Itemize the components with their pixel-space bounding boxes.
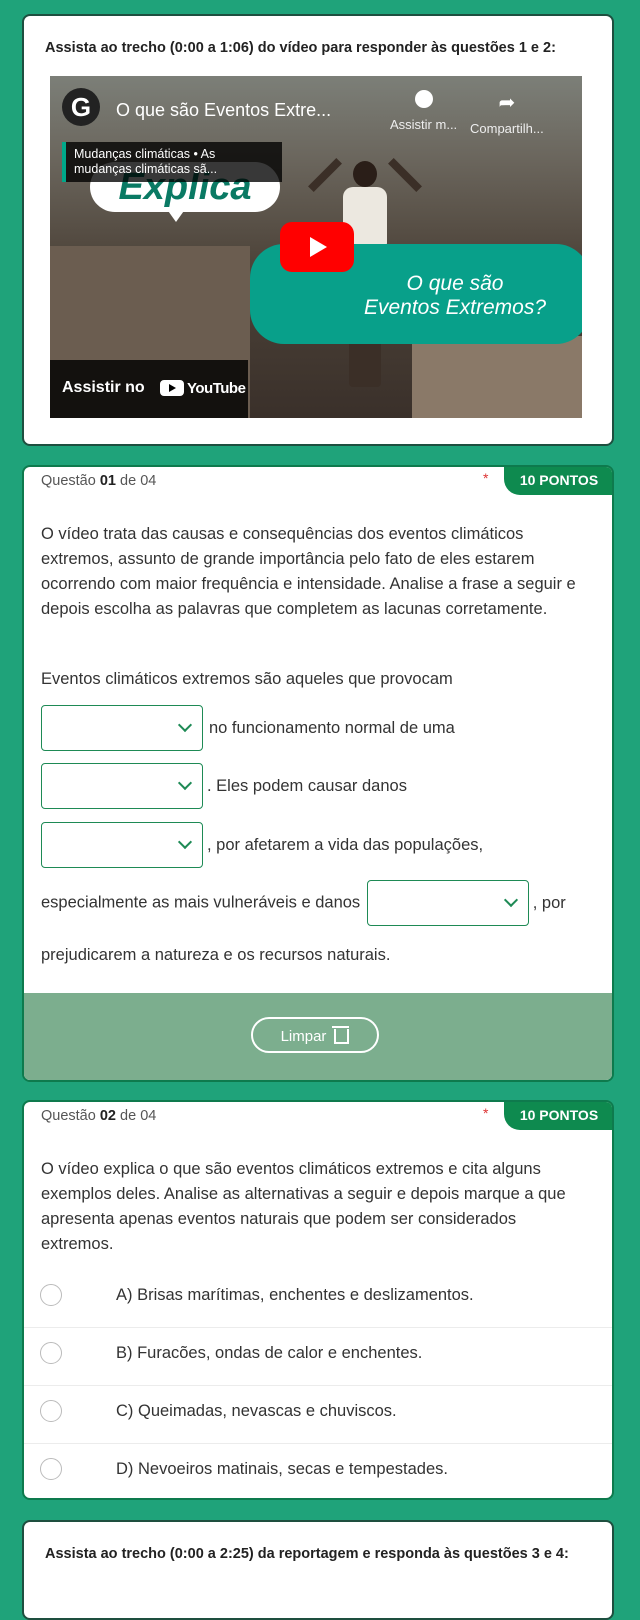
radio-button[interactable] <box>40 1400 62 1422</box>
chevron-down-icon <box>177 834 193 850</box>
video-title[interactable]: O que são Eventos Extre... <box>116 100 331 121</box>
fill-line-4: especialmente as mais vulneráveis e dano… <box>41 880 566 926</box>
clear-button[interactable]: Limpar <box>251 1017 379 1053</box>
option-a[interactable]: A) Brisas marítimas, enchentes e desliza… <box>24 1270 612 1328</box>
question-card-1: Questão 01 de 04 * 10 PONTOS O vídeo tra… <box>22 465 614 1082</box>
blank-select-4[interactable] <box>366 880 529 926</box>
option-c[interactable]: C) Queimadas, nevascas e chuviscos. <box>24 1386 612 1444</box>
video-card-1: Assista ao trecho (0:00 a 1:06) do vídeo… <box>22 14 614 446</box>
youtube-embed[interactable]: G O que são Eventos Extre... Assistir m.… <box>50 76 582 418</box>
question-label: Questão 02 de 04 <box>41 1108 157 1124</box>
points-badge: 10 PONTOS <box>504 1102 612 1130</box>
watch-later-button[interactable]: Assistir m... <box>390 90 457 132</box>
question-card-2: Questão 02 de 04 * 10 PONTOS O vídeo exp… <box>22 1100 614 1500</box>
blank-select-2[interactable] <box>41 763 203 809</box>
radio-button[interactable] <box>40 1284 62 1306</box>
share-arrow-icon: ➦ <box>498 92 516 114</box>
playlist-label[interactable]: Mudanças climáticas • As mudanças climát… <box>62 142 282 182</box>
video-instruction: Assista ao trecho (0:00 a 2:25) da repor… <box>45 1546 569 1562</box>
chevron-down-icon <box>177 717 193 733</box>
question-label: Questão 01 de 04 <box>41 473 157 489</box>
video-instruction: Assista ao trecho (0:00 a 1:06) do vídeo… <box>45 40 556 56</box>
watch-on-youtube-button[interactable]: Assistir no YouTube <box>50 360 248 418</box>
blank-select-1[interactable] <box>41 705 203 751</box>
fill-line-3: , por afetarem a vida das populações, <box>41 822 483 868</box>
points-badge: 10 PONTOS <box>504 467 612 495</box>
fill-line-1: no funcionamento normal de uma <box>41 705 455 751</box>
channel-logo-icon[interactable]: G <box>62 88 100 126</box>
clock-icon <box>414 90 433 108</box>
question-footer: Limpar <box>24 993 612 1080</box>
question-text: O vídeo explica o que são eventos climát… <box>41 1160 566 1253</box>
thumbnail-debris <box>412 336 582 418</box>
sentence-intro: Eventos climáticos extremos são aqueles … <box>41 670 453 688</box>
required-marker: * <box>483 470 489 486</box>
chevron-down-icon <box>177 775 193 791</box>
share-button[interactable]: ➦ Compartilh... <box>470 90 544 136</box>
radio-button[interactable] <box>40 1458 62 1480</box>
chevron-down-icon <box>503 892 518 908</box>
trash-icon <box>332 1026 350 1044</box>
question-text: O vídeo trata das causas e consequências… <box>41 525 576 618</box>
youtube-logo-icon <box>160 380 184 396</box>
blank-select-3[interactable] <box>41 822 203 868</box>
option-b[interactable]: B) Furacões, ondas de calor e enchentes. <box>24 1328 612 1386</box>
play-button[interactable] <box>280 222 354 272</box>
radio-button[interactable] <box>40 1342 62 1364</box>
required-marker: * <box>483 1105 489 1121</box>
sentence-end: prejudicarem a natureza e os recursos na… <box>41 946 391 964</box>
video-card-2: Assista ao trecho (0:00 a 2:25) da repor… <box>22 1520 614 1620</box>
fill-line-2: . Eles podem causar danos <box>41 763 407 809</box>
option-d[interactable]: D) Nevoeiros matinais, secas e tempestad… <box>24 1444 612 1498</box>
